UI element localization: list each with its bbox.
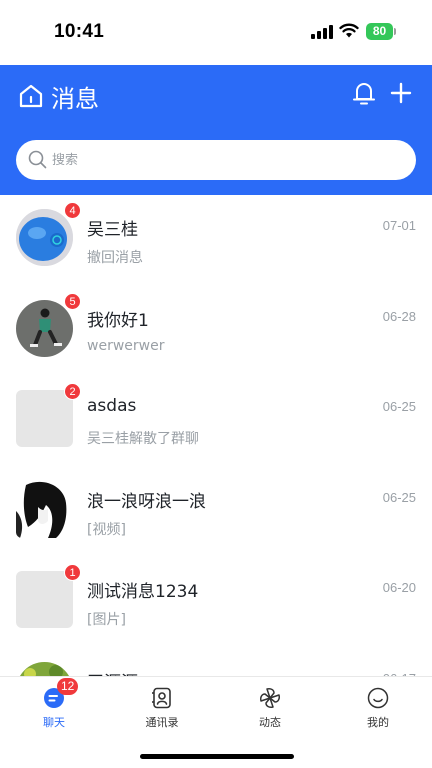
home-icon[interactable] [18,83,44,109]
search-bar[interactable] [16,140,416,180]
profile-icon [367,687,389,709]
chat-preview: [视频] [87,521,126,538]
avatar: 1 [16,564,81,628]
tab-badge: 12 [57,678,79,695]
chat-name: 我你好1 [87,310,149,331]
chat-date: 06-20 [382,580,416,595]
bell-icon[interactable] [351,80,377,106]
unread-badge: 4 [64,202,81,219]
wifi-icon [339,23,359,38]
avatar [16,661,73,676]
chat-date: 06-28 [382,308,416,324]
tab-profile[interactable]: 我的 [324,677,432,737]
unread-badge: 1 [64,564,81,581]
page-title: 消息 [51,84,99,113]
search-input[interactable] [52,140,392,180]
chat-name: 王源源 [87,668,138,677]
chat-preview: werwerwer [87,337,165,354]
chat-item-2[interactable]: 2 asdas 吴三桂解散了群聊 06-25 [0,376,432,467]
tab-label: 动态 [259,716,281,729]
chat-date: 06-25 [382,489,416,505]
chat-item-0[interactable]: 4 吴三桂 撤回消息 07-01 [0,195,432,286]
tab-chat[interactable]: 12 聊天 [0,677,108,737]
avatar: 4 [16,202,81,266]
chat-item-3[interactable]: 浪一浪呀浪一浪 [视频] 06-25 [0,467,432,558]
chat-preview: [图片] [87,612,126,628]
status-time: 10:41 [54,21,105,42]
battery-icon: 80 [366,23,396,40]
tab-contacts[interactable]: 通讯录 [108,677,216,737]
chat-name: asdas [87,396,137,416]
chat-preview: 吴三桂解散了群聊 [87,431,199,447]
home-indicator [140,754,294,759]
chat-list: 4 吴三桂 撤回消息 07-01 5 我你好1 werwerwer 06-28 … [0,195,432,676]
chat-name: 吴三桂 [87,220,138,240]
unread-badge: 2 [64,383,81,400]
chat-item-1[interactable]: 5 我你好1 werwerwer 06-28 [0,286,432,377]
unread-badge: 5 [64,292,81,310]
chat-item-5[interactable]: 王源源 06-17 [0,648,432,677]
chat-date: 06-25 [382,399,416,414]
chat-name: 浪一浪呀浪一浪 [87,491,206,512]
cellular-signal-icon [311,25,333,39]
chat-item-4[interactable]: 1 测试消息1234 [图片] 06-20 [0,557,432,648]
search-icon [28,150,47,169]
tab-label: 我的 [367,716,389,729]
header-title-group: 消息 [18,81,99,113]
tab-moments[interactable]: 动态 [216,677,324,737]
moments-icon [260,688,280,708]
avatar: 2 [16,383,81,447]
tab-label: 聊天 [43,716,65,729]
contacts-icon [152,687,171,709]
status-bar: 10:41 80 [0,0,432,65]
chat-name: 测试消息1234 [87,582,199,602]
tab-label: 通讯录 [145,716,179,729]
avatar [16,480,73,538]
battery-level: 80 [372,24,387,38]
avatar: 5 [16,292,81,357]
add-button[interactable] [390,82,412,104]
chat-preview: 撤回消息 [87,250,143,266]
header: 消息 [0,65,432,195]
chat-date: 07-01 [382,218,416,233]
